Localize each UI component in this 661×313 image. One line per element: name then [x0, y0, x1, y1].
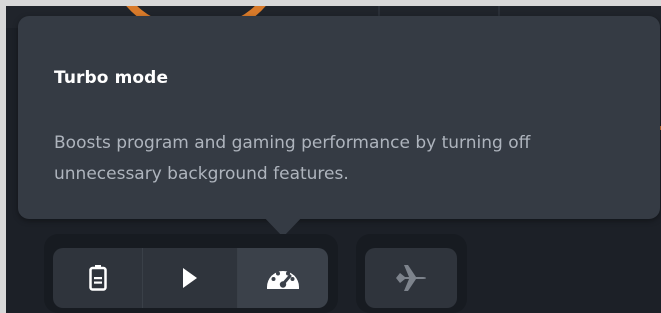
tooltip-description: Boosts program and gaming performance by… [54, 133, 531, 184]
airplane-mode-button[interactable] [365, 248, 457, 308]
battery-icon [88, 265, 107, 291]
turbo-mode-tooltip: Turbo mode Boosts program and gaming per… [18, 16, 660, 219]
battery-saver-button[interactable] [53, 248, 143, 308]
game-mode-button[interactable] [143, 248, 238, 308]
turbo-mode-button[interactable] [238, 248, 328, 308]
app-window: Turbo mode Boosts program and gaming per… [6, 6, 661, 313]
tooltip-title: Turbo mode [54, 68, 169, 88]
speedometer-icon [265, 265, 301, 291]
airplane-icon [396, 265, 426, 291]
airplane-mode-group [356, 234, 467, 313]
performance-mode-selector [44, 234, 338, 313]
play-icon [183, 268, 197, 288]
